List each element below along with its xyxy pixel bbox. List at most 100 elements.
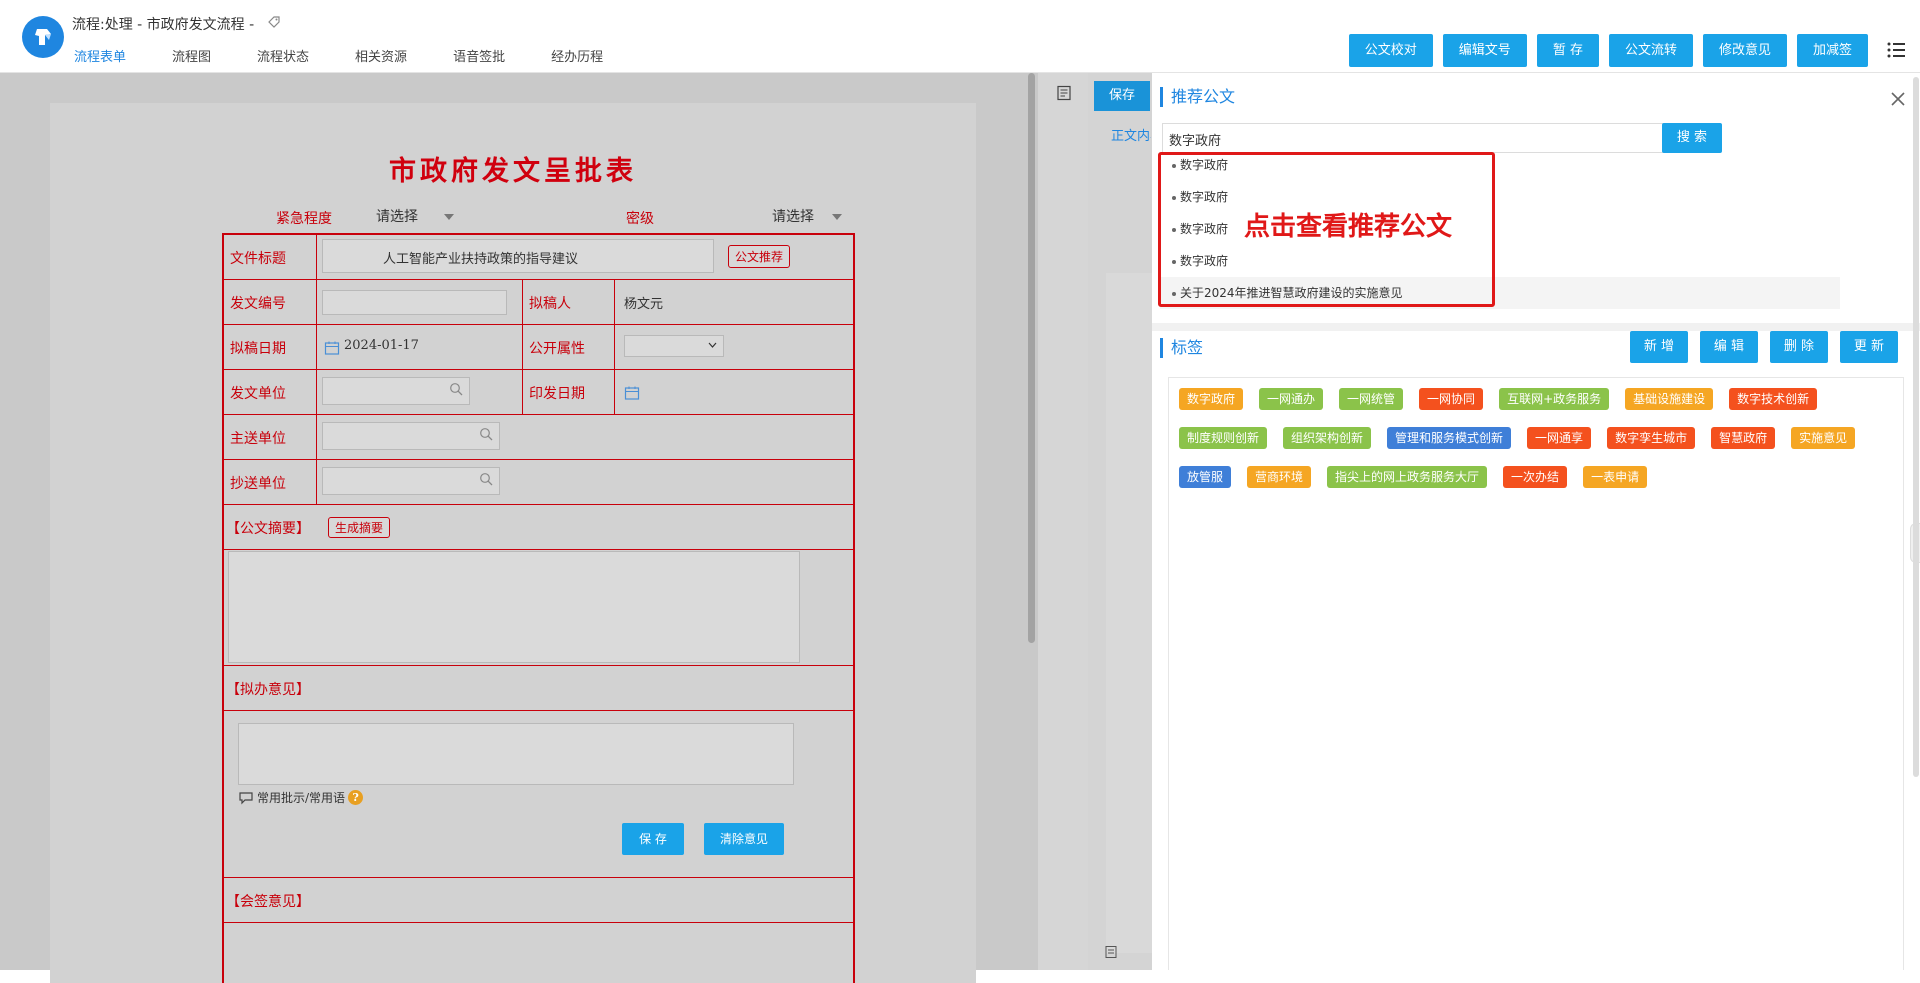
tab-voice[interactable]: 语音签批 — [443, 46, 523, 75]
chevron-down-icon — [832, 214, 842, 220]
help-icon[interactable]: ? — [348, 790, 364, 805]
urgency-label: 紧急程度 — [276, 211, 332, 227]
drafter-value: 杨文元 — [624, 297, 664, 312]
tag-chip[interactable]: 一网通享 — [1527, 427, 1592, 449]
modify-opinion-button[interactable]: 修改意见 — [1702, 34, 1787, 67]
tag-chip[interactable]: 管理和服务模式创新 — [1387, 427, 1512, 449]
tab-doc-content[interactable]: 正文内容 — [1111, 125, 1151, 144]
doc-number-input[interactable] — [322, 290, 507, 315]
draft-date-label: 拟稿日期 — [224, 325, 317, 369]
edit-number-button[interactable]: 编辑文号 — [1442, 34, 1527, 67]
public-label: 公开属性 — [522, 325, 615, 369]
recommend-panel: 推荐公文 数字政府 搜 索 数字政府 数字政府 数字政府 数字政府 关于2024… — [1152, 73, 1920, 970]
copy-to-input[interactable] — [322, 467, 500, 495]
document-icon[interactable] — [1056, 85, 1072, 101]
tag-chip[interactable]: 制度规则创新 — [1179, 427, 1268, 449]
tag-chip[interactable]: 一表申请 — [1583, 466, 1648, 488]
secret-select[interactable]: 请选择 — [772, 206, 842, 226]
search-icon[interactable] — [449, 382, 463, 396]
form-scrollbar[interactable] — [1026, 73, 1036, 643]
row-doc-number: 发文编号 拟稿人 杨文元 — [224, 280, 853, 325]
row-summary: 【公文摘要】 生成摘要 — [224, 505, 853, 550]
temp-save-button[interactable]: 暂 存 — [1536, 34, 1599, 67]
summary-textarea[interactable] — [228, 551, 800, 663]
close-icon[interactable] — [1888, 89, 1908, 109]
clear-opinion-button[interactable]: 清除意见 — [704, 823, 784, 855]
row-opinion-text: 常用批示/常用语 ? 保 存 清除意见 — [224, 711, 853, 878]
tag-chip[interactable]: 一网通办 — [1259, 388, 1324, 410]
search-icon[interactable] — [479, 427, 493, 441]
list-menu-icon[interactable] — [1886, 40, 1906, 60]
drafter-label: 拟稿人 — [522, 280, 615, 324]
tag-chip[interactable]: 一次办结 — [1503, 466, 1568, 488]
form-scrollbar-thumb[interactable] — [1028, 73, 1035, 643]
tag-chip[interactable]: 数字政府 — [1179, 388, 1244, 410]
tab-flowchart[interactable]: 流程图 — [162, 46, 229, 75]
form-area: 市政府发文呈批表 紧急程度 请选择 密级 请选择 文件标题 人工智能产业扶持政策… — [0, 73, 1038, 983]
add-tag-button[interactable]: 新 增 — [1630, 331, 1688, 363]
tag-chip[interactable]: 一网统管 — [1339, 388, 1404, 410]
tag-chip[interactable]: 实施意见 — [1791, 427, 1856, 449]
tag-icon[interactable] — [267, 15, 281, 33]
calendar-icon[interactable] — [324, 340, 340, 356]
row-file-title: 文件标题 人工智能产业扶持政策的指导建议 公文推荐 — [224, 235, 853, 280]
refresh-tag-button[interactable]: 更 新 — [1840, 331, 1898, 363]
urgency-select[interactable]: 请选择 — [376, 206, 454, 226]
app-logo — [22, 16, 64, 58]
issue-unit-label: 发文单位 — [224, 370, 317, 414]
row-summary-text — [224, 550, 853, 666]
top-actions: 公文校对 编辑文号 暂 存 公文流转 修改意见 加减签 — [1348, 34, 1868, 67]
opinion-save-button[interactable]: 保 存 — [622, 823, 684, 855]
form-table: 文件标题 人工智能产业扶持政策的指导建议 公文推荐 发文编号 拟稿人 杨文元 拟… — [222, 233, 855, 983]
tag-chip[interactable]: 放管服 — [1179, 466, 1232, 488]
tab-resources[interactable]: 相关资源 — [345, 46, 425, 75]
public-select[interactable] — [624, 335, 724, 357]
tag-actions: 新 增 编 辑 删 除 更 新 — [1630, 331, 1898, 363]
add-remove-sign-button[interactable]: 加减签 — [1796, 34, 1868, 67]
tag-chip[interactable]: 数字孪生城市 — [1607, 427, 1696, 449]
tag-chip[interactable]: 一网协同 — [1419, 388, 1484, 410]
tag-chip[interactable]: 数字技术创新 — [1729, 388, 1818, 410]
search-icon[interactable] — [479, 472, 493, 486]
proofread-button[interactable]: 公文校对 — [1348, 34, 1433, 67]
row-copy-to: 抄送单位 — [224, 460, 853, 505]
tab-history[interactable]: 经办历程 — [541, 46, 621, 75]
form-paper: 市政府发文呈批表 紧急程度 请选择 密级 请选择 文件标题 人工智能产业扶持政策… — [50, 103, 976, 983]
opinion-label: 【拟办意见】 — [226, 682, 310, 698]
panel-scrollbar[interactable] — [1912, 73, 1920, 793]
tag-chip[interactable]: 营商环境 — [1247, 466, 1312, 488]
calendar-icon[interactable] — [624, 385, 640, 401]
file-title-label: 文件标题 — [224, 235, 317, 279]
doc-save-button[interactable]: 保存 — [1094, 81, 1150, 111]
edit-tag-button[interactable]: 编 辑 — [1700, 331, 1758, 363]
common-phrase[interactable]: 常用批示/常用语 ? — [238, 789, 364, 806]
copy-to-label: 抄送单位 — [224, 460, 317, 504]
doc-number-label: 发文编号 — [224, 280, 317, 324]
tab-form[interactable]: 流程表单 — [64, 46, 145, 75]
main-to-input[interactable] — [322, 422, 500, 450]
tab-status[interactable]: 流程状态 — [247, 46, 327, 75]
tag-chip[interactable]: 互联网+政务服务 — [1499, 388, 1610, 410]
tag-chip[interactable]: 基础设施建设 — [1625, 388, 1714, 410]
row-countersign: 【会签意见】 — [224, 878, 853, 923]
file-title-input[interactable]: 人工智能产业扶持政策的指导建议 — [322, 239, 714, 273]
chevron-down-icon — [708, 342, 717, 348]
generate-summary-button[interactable]: 生成摘要 — [328, 517, 391, 538]
panel-scrollbar-thumb[interactable] — [1913, 77, 1919, 777]
transfer-button[interactable]: 公文流转 — [1608, 34, 1693, 67]
opinion-textarea[interactable] — [238, 723, 794, 785]
row-draft-date: 拟稿日期 2024-01-17 公开属性 — [224, 325, 853, 370]
page-title: 流程:处理 - 市政府发文流程 - — [72, 14, 281, 34]
tag-chip[interactable]: 智慧政府 — [1711, 427, 1776, 449]
top-bar: 流程:处理 - 市政府发文流程 - 流程表单 流程图 流程状态 相关资源 语音签… — [0, 0, 1920, 75]
row-issue-unit: 发文单位 印发日期 — [224, 370, 853, 415]
delete-tag-button[interactable]: 删 除 — [1770, 331, 1828, 363]
draft-date-value[interactable]: 2024-01-17 — [344, 338, 419, 353]
form-title: 市政府发文呈批表 — [389, 156, 637, 187]
tag-chip[interactable]: 组织架构创新 — [1283, 427, 1372, 449]
page-icon[interactable] — [1104, 945, 1118, 959]
row-opinion: 【拟办意见】 — [224, 666, 853, 711]
tag-chip[interactable]: 指尖上的网上政务服务大厅 — [1327, 466, 1488, 488]
issue-unit-input[interactable] — [322, 377, 470, 405]
recommend-button[interactable]: 公文推荐 — [728, 245, 791, 268]
